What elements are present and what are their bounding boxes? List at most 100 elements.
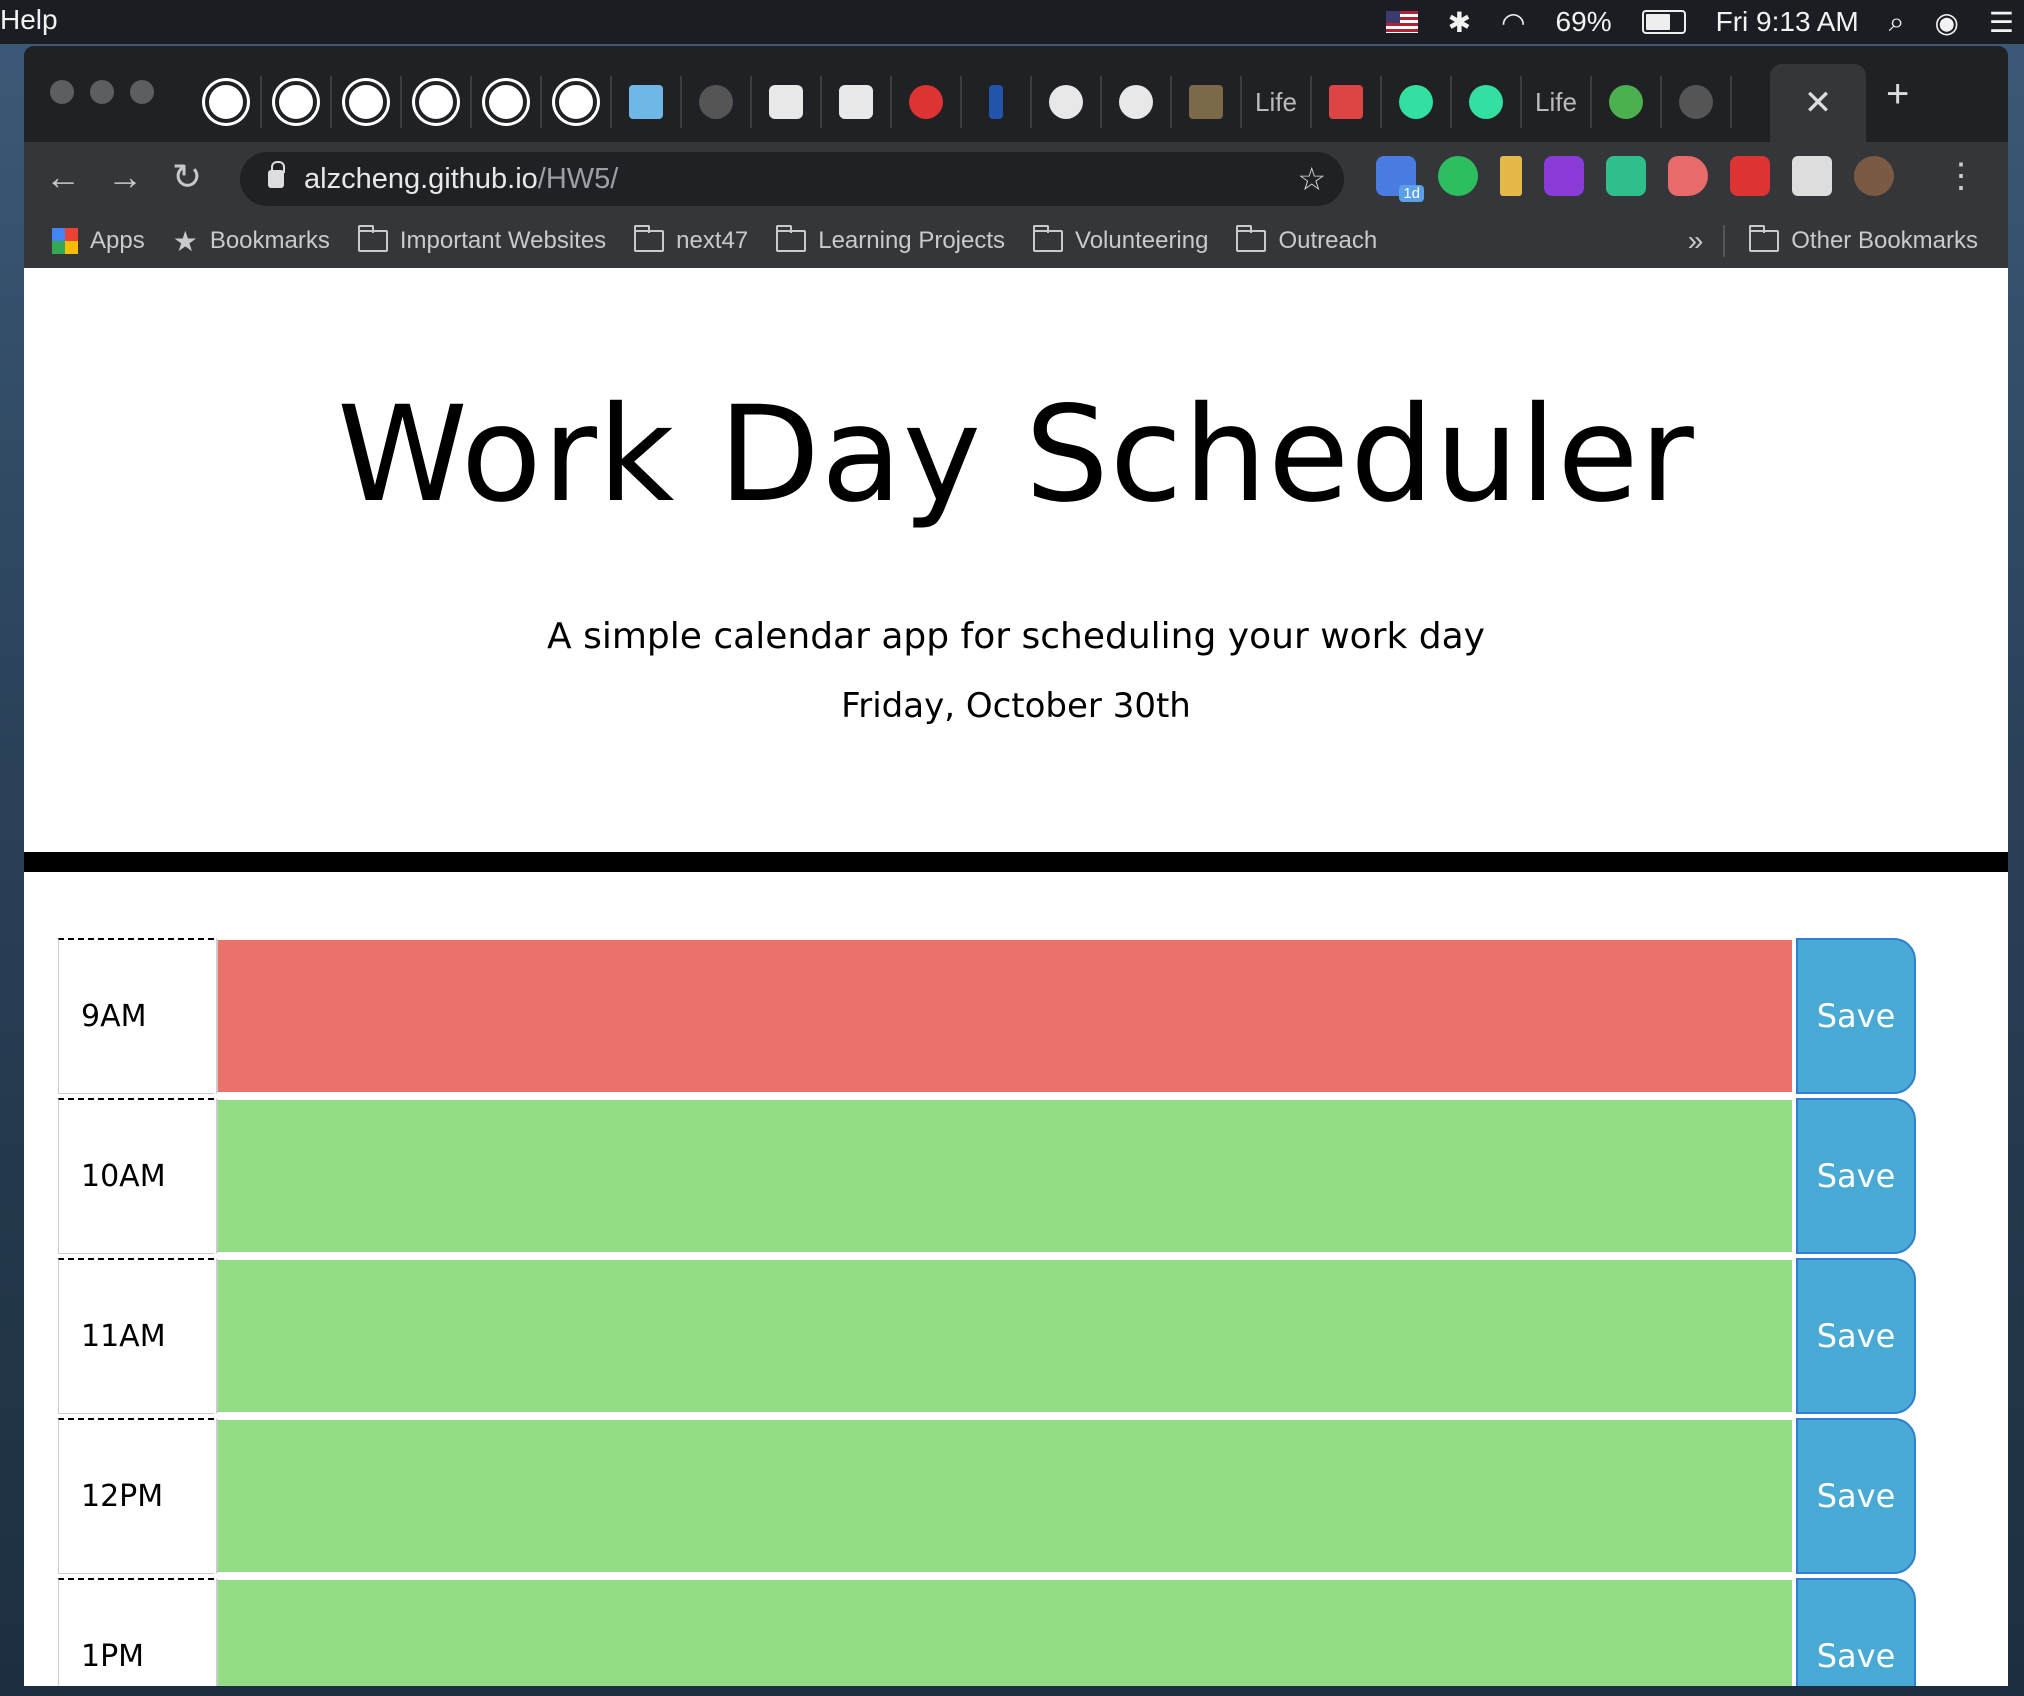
- tab-site[interactable]: [682, 76, 752, 128]
- tab-code[interactable]: [752, 76, 822, 128]
- zoom-window-button[interactable]: [130, 80, 154, 104]
- bookmark-label: Bookmarks: [209, 227, 330, 254]
- tab-gmail[interactable]: [1312, 76, 1382, 128]
- site-icon: [989, 85, 1003, 119]
- tab-github[interactable]: [192, 76, 262, 128]
- close-tab-icon[interactable]: ✕: [1804, 83, 1833, 123]
- tab-strip: Life Life ✕ +: [24, 46, 2008, 142]
- apps-grid-icon: [52, 228, 78, 254]
- tab-site[interactable]: [1172, 76, 1242, 128]
- tab-github[interactable]: [402, 76, 472, 128]
- github-icon: [275, 81, 317, 123]
- tab-google[interactable]: [1102, 76, 1172, 128]
- other-bookmarks-folder[interactable]: Other Bookmarks: [1749, 225, 1978, 255]
- address-bar[interactable]: alzcheng.github.io/HW5/ ☆: [240, 152, 1344, 206]
- color-picker-icon[interactable]: [1544, 156, 1584, 196]
- save-button[interactable]: Save: [1796, 1578, 1916, 1686]
- bookmark-label: Volunteering: [1075, 227, 1209, 254]
- event-textarea[interactable]: [216, 1418, 1794, 1574]
- bookmark-folder[interactable]: Important Websites: [357, 225, 606, 255]
- menu-help[interactable]: Help: [0, 4, 58, 36]
- battery-percent[interactable]: 69%: [1556, 6, 1612, 38]
- hour-label: 9AM: [58, 938, 214, 1094]
- active-tab[interactable]: ✕: [1770, 64, 1866, 142]
- menubar-clock[interactable]: Fri 9:13 AM: [1716, 6, 1859, 38]
- close-window-button[interactable]: [50, 80, 74, 104]
- hour-label: 11AM: [58, 1258, 214, 1414]
- mac-menubar: Help ✱ ◠ 69% Fri 9:13 AM ⌕ ◉ ☰: [0, 0, 2024, 44]
- control-center-icon[interactable]: ☰: [1989, 6, 2014, 39]
- bookmarks-overflow-button[interactable]: »: [1688, 225, 1726, 257]
- save-button[interactable]: Save: [1796, 1418, 1916, 1574]
- input-source-flag-icon[interactable]: [1385, 11, 1418, 33]
- tab-list: Life Life: [192, 76, 1732, 128]
- hourglass-icon[interactable]: [1500, 156, 1522, 196]
- bookmark-folder[interactable]: Learning Projects: [776, 225, 1005, 255]
- url-text[interactable]: alzcheng.github.io/HW5/: [304, 163, 618, 196]
- bookmark-folder[interactable]: Outreach: [1236, 225, 1377, 255]
- folder-icon: [1236, 225, 1267, 252]
- browser-menu-icon[interactable]: ⋮: [1944, 156, 1978, 196]
- globe-icon: [699, 85, 733, 119]
- tab-life[interactable]: Life: [1522, 76, 1592, 128]
- event-textarea[interactable]: [216, 1578, 1794, 1686]
- page-title: Work Day Scheduler: [337, 378, 1695, 532]
- siri-icon[interactable]: ◉: [1934, 6, 1958, 39]
- tab-github[interactable]: [542, 76, 612, 128]
- spotlight-search-icon[interactable]: ⌕: [1889, 6, 1905, 39]
- hour-label: 10AM: [58, 1098, 214, 1254]
- tab-site[interactable]: [1662, 76, 1732, 128]
- bookmark-apps[interactable]: Apps: [52, 227, 145, 255]
- tab-code[interactable]: [822, 76, 892, 128]
- event-textarea[interactable]: [216, 938, 1794, 1094]
- calendar-extension-icon[interactable]: 1d: [1376, 156, 1424, 202]
- tab-tripadvisor[interactable]: [1452, 76, 1522, 128]
- globe-icon: [1679, 85, 1713, 119]
- bookmark-folder[interactable]: Volunteering: [1033, 225, 1209, 255]
- puzzle-extensions-icon[interactable]: [1792, 156, 1832, 196]
- tab-github[interactable]: [472, 76, 542, 128]
- tab-google[interactable]: [1032, 76, 1102, 128]
- tab-site[interactable]: [892, 76, 962, 128]
- lock-icon[interactable]: [268, 161, 285, 188]
- event-textarea[interactable]: [216, 1098, 1794, 1254]
- video-record-icon[interactable]: [1668, 156, 1708, 196]
- gmail-icon: [1329, 85, 1363, 119]
- new-tab-button[interactable]: +: [1886, 72, 1909, 117]
- minimize-window-button[interactable]: [90, 80, 114, 104]
- save-button[interactable]: Save: [1796, 1258, 1916, 1414]
- save-button[interactable]: Save: [1796, 1098, 1916, 1254]
- tab-tripadvisor[interactable]: [1382, 76, 1452, 128]
- time-block: 1PM Save: [58, 1578, 1918, 1686]
- tab-github[interactable]: [262, 76, 332, 128]
- battery-icon[interactable]: [1641, 10, 1686, 34]
- event-textarea[interactable]: [216, 1258, 1794, 1414]
- more-extension-icon[interactable]: [1730, 156, 1770, 196]
- bookmark-star-icon[interactable]: ☆: [1297, 160, 1326, 198]
- github-icon: [415, 81, 457, 123]
- current-day: Friday, October 30th: [841, 686, 1191, 726]
- bookmark-bookmarks[interactable]: ★ Bookmarks: [173, 225, 330, 258]
- page-content: Work Day Scheduler A simple calendar app…: [24, 268, 2008, 1686]
- iq-extension-icon[interactable]: [1606, 156, 1646, 196]
- tab-maps[interactable]: [1592, 76, 1662, 128]
- folder-icon: [357, 225, 388, 252]
- forward-arrow-icon[interactable]: →: [102, 154, 148, 200]
- tab-github[interactable]: [332, 76, 402, 128]
- profile-avatar[interactable]: [1854, 156, 1894, 196]
- folder-icon: [776, 225, 807, 252]
- tab-site[interactable]: [962, 76, 1032, 128]
- tab-life[interactable]: Life: [1242, 76, 1312, 128]
- bookmark-folder[interactable]: next47: [634, 225, 748, 255]
- time-block: 9AM Save: [58, 938, 1918, 1098]
- wifi-icon[interactable]: ◠: [1501, 6, 1525, 39]
- evernote-icon[interactable]: [1438, 156, 1478, 196]
- window-controls: [50, 80, 154, 104]
- back-arrow-icon[interactable]: ←: [40, 154, 86, 200]
- code-icon: [839, 85, 873, 119]
- tab-site[interactable]: [612, 76, 682, 128]
- save-button[interactable]: Save: [1796, 938, 1916, 1094]
- bluetooth-icon[interactable]: ✱: [1448, 6, 1471, 39]
- status-area: ✱ ◠ 69% Fri 9:13 AM ⌕ ◉ ☰: [1385, 0, 2014, 44]
- reload-icon[interactable]: ↻: [164, 154, 210, 200]
